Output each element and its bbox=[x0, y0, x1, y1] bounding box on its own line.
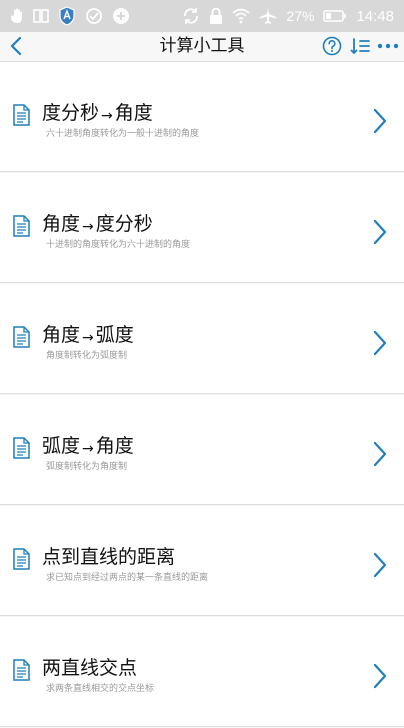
list-item-point-line-distance[interactable]: 点到直线的距离 求已知点到经过两点的某一条直线的距离 bbox=[0, 506, 404, 616]
sort-list-icon[interactable] bbox=[350, 37, 370, 55]
shield-app-icon bbox=[58, 6, 76, 26]
chevron-right-icon bbox=[373, 219, 387, 245]
item-title-to: 角度 bbox=[114, 102, 153, 124]
hand-icon bbox=[10, 8, 24, 24]
back-chevron-icon[interactable] bbox=[8, 35, 24, 57]
item-title-from: 度分秒 bbox=[42, 102, 100, 124]
list-item-dms-to-degree[interactable]: 度分秒 → 角度 六十进制角度转化为一般十进制的角度 bbox=[0, 62, 404, 172]
item-title: 两直线交点 bbox=[42, 653, 137, 680]
status-bar-right: 27% 14:48 bbox=[182, 7, 394, 25]
item-title-from: 角度 bbox=[42, 324, 81, 346]
item-subtitle: 十进制的角度转化为六十进制的角度 bbox=[46, 240, 191, 250]
battery-icon bbox=[323, 9, 347, 23]
item-subtitle: 求两条直线相交的交点坐标 bbox=[46, 684, 155, 694]
item-subtitle: 弧度制转化为角度制 bbox=[46, 462, 128, 472]
chevron-right-icon bbox=[373, 663, 387, 689]
document-icon bbox=[13, 659, 30, 681]
lock-icon bbox=[209, 7, 223, 25]
document-icon bbox=[13, 215, 30, 237]
item-title: 点到直线的距离 bbox=[42, 542, 175, 569]
item-subtitle: 六十进制角度转化为一般十进制的角度 bbox=[46, 129, 200, 139]
chevron-right-icon bbox=[373, 108, 387, 134]
item-title-from: 角度 bbox=[42, 213, 81, 235]
app-circle-icon bbox=[112, 7, 130, 25]
item-title-arrow: → bbox=[82, 219, 94, 235]
list-item-degree-to-radian[interactable]: 角度 → 弧度 角度制转化为弧度制 bbox=[0, 284, 404, 394]
document-icon bbox=[13, 548, 30, 570]
chevron-right-icon bbox=[373, 552, 387, 578]
status-bar-left bbox=[10, 6, 130, 26]
battery-percent: 27% bbox=[286, 8, 315, 24]
sync-icon bbox=[182, 7, 200, 25]
item-title-arrow: → bbox=[82, 330, 94, 346]
item-title-to: 弧度 bbox=[95, 324, 134, 346]
clock: 14:48 bbox=[356, 7, 394, 25]
wifi-off-icon bbox=[232, 8, 250, 24]
document-icon bbox=[13, 104, 30, 126]
item-title-arrow: → bbox=[101, 108, 113, 124]
book-icon bbox=[33, 8, 49, 24]
document-icon bbox=[13, 326, 30, 348]
item-title-from: 弧度 bbox=[42, 435, 81, 457]
item-title: 度分秒 → 角度 bbox=[42, 98, 153, 125]
tool-list: 度分秒 → 角度 六十进制角度转化为一般十进制的角度 角度 → 度分秒 十进制的… bbox=[0, 62, 404, 728]
item-subtitle: 角度制转化为弧度制 bbox=[46, 351, 128, 361]
status-bar: 27% 14:48 bbox=[0, 0, 404, 32]
item-subtitle: 求已知点到经过两点的某一条直线的距离 bbox=[46, 573, 209, 583]
item-title-text: 点到直线的距离 bbox=[42, 546, 176, 568]
airplane-icon bbox=[259, 7, 277, 25]
list-item-radian-to-degree[interactable]: 弧度 → 角度 弧度制转化为角度制 bbox=[0, 395, 404, 505]
item-title: 弧度 → 角度 bbox=[42, 431, 134, 458]
top-navigation-bar: 计算小工具 bbox=[0, 32, 404, 62]
list-item-degree-to-dms[interactable]: 角度 → 度分秒 十进制的角度转化为六十进制的角度 bbox=[0, 173, 404, 283]
item-title-arrow: → bbox=[82, 441, 94, 457]
sync-app-icon bbox=[85, 7, 103, 25]
chevron-right-icon bbox=[373, 330, 387, 356]
item-title: 角度 → 弧度 bbox=[42, 320, 134, 347]
page-title: 计算小工具 bbox=[159, 36, 245, 56]
list-item-line-intersection[interactable]: 两直线交点 求两条直线相交的交点坐标 bbox=[0, 617, 404, 727]
item-title-to: 度分秒 bbox=[95, 213, 153, 235]
more-dots-icon[interactable] bbox=[377, 40, 399, 52]
document-icon bbox=[13, 437, 30, 459]
item-title: 角度 → 度分秒 bbox=[42, 209, 153, 236]
chevron-right-icon bbox=[373, 441, 387, 467]
item-title-to: 角度 bbox=[95, 435, 134, 457]
help-icon[interactable] bbox=[322, 36, 342, 56]
item-title-text: 两直线交点 bbox=[42, 657, 138, 679]
